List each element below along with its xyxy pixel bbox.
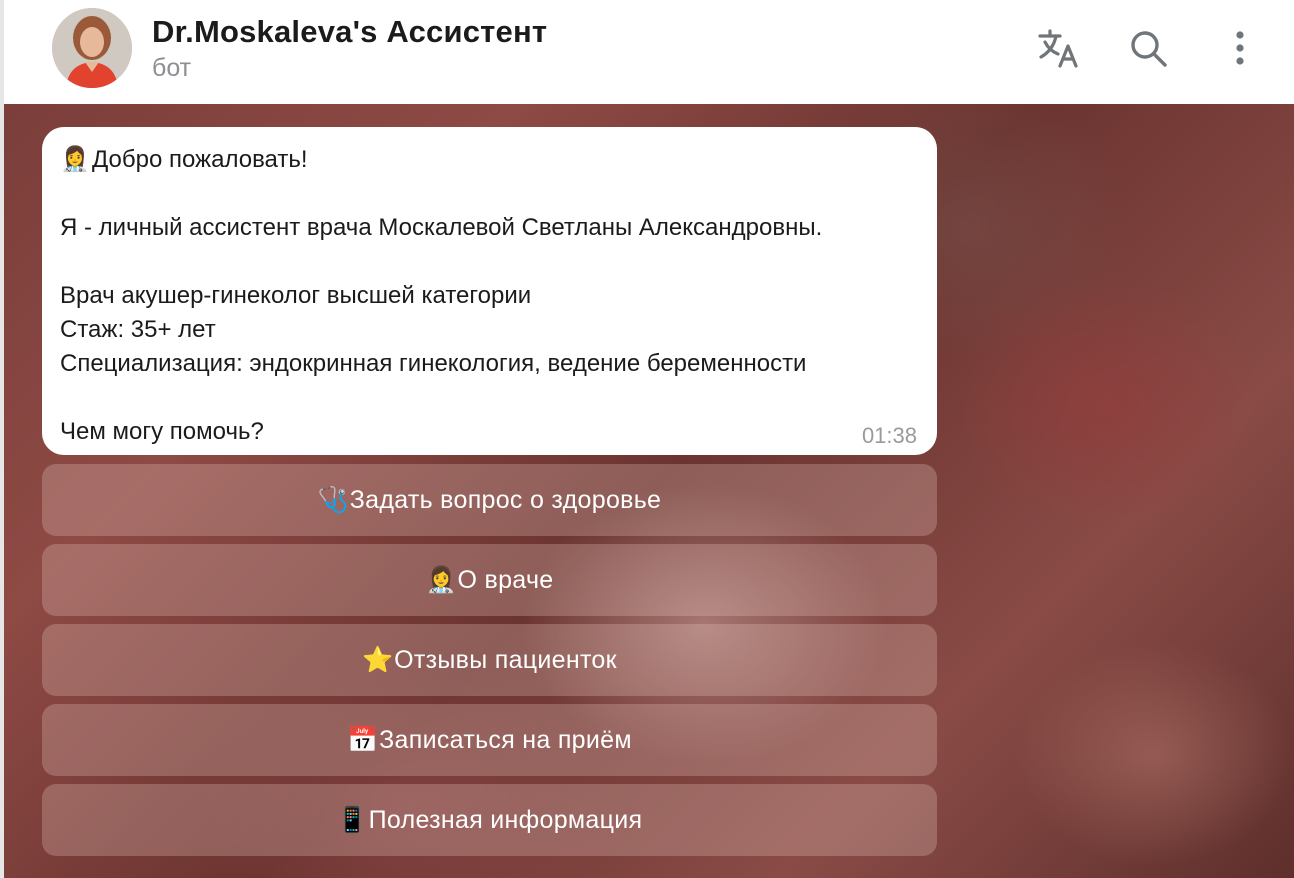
keyboard-button-appointment[interactable]: 📅 Записаться на приём [42, 704, 937, 776]
keyboard-button-label: Отзывы пациенток [394, 645, 617, 674]
stethoscope-icon: 🩺 [317, 485, 350, 514]
translate-icon[interactable] [1034, 24, 1082, 72]
chat-window: Dr.Moskaleva's Ассистент бот [0, 0, 1294, 878]
calendar-icon: 📅 [347, 725, 379, 754]
star-icon: ⭐ [362, 645, 394, 674]
keyboard-button-label: О враче [457, 565, 554, 594]
chat-title: Dr.Moskaleva's Ассистент [152, 14, 548, 49]
message-line: 👩‍⚕️Добро пожаловать! [60, 143, 917, 177]
message-bubble[interactable]: 👩‍⚕️Добро пожаловать! Я - личный ассисте… [42, 127, 937, 455]
keyboard-button-label: Задать вопрос о здоровье [349, 485, 662, 514]
keyboard-button-health-question[interactable]: 🩺 Задать вопрос о здоровье [42, 464, 937, 536]
message-line: Врач акушер-гинеколог высшей категории [60, 282, 532, 309]
chat-subtitle: бот [152, 54, 192, 82]
chat-title-block[interactable]: Dr.Moskaleva's Ассистент бот [152, 12, 547, 84]
keyboard-button-about-doctor[interactable]: 👩‍⚕️ О враче [42, 544, 937, 616]
doctor-emoji-icon: 👩‍⚕️ [60, 146, 90, 173]
message-line: Чем могу помочь? [60, 418, 264, 445]
message-line: Специализация: эндокринная гинекология, … [60, 350, 807, 377]
more-vert-icon[interactable] [1212, 24, 1260, 72]
phone-icon: 📱 [336, 805, 369, 834]
message-line: Стаж: 35+ лет [60, 316, 216, 343]
doctor-icon: 👩‍⚕️ [425, 565, 457, 594]
message-time: 01:38 [861, 423, 917, 448]
search-icon[interactable] [1124, 24, 1172, 72]
keyboard-button-reviews[interactable]: ⭐ Отзывы пациенток [42, 624, 937, 696]
keyboard-button-label: Записаться на приём [379, 725, 632, 754]
chat-header: Dr.Moskaleva's Ассистент бот [4, 0, 1294, 104]
keyboard-button-useful-info[interactable]: 📱 Полезная информация [42, 784, 937, 856]
keyboard-button-label: Полезная информация [368, 805, 643, 834]
message-greeting: Добро пожаловать! [92, 146, 308, 173]
message-line: Я - личный ассистент врача Москалевой Св… [60, 214, 823, 241]
avatar[interactable] [52, 8, 132, 88]
